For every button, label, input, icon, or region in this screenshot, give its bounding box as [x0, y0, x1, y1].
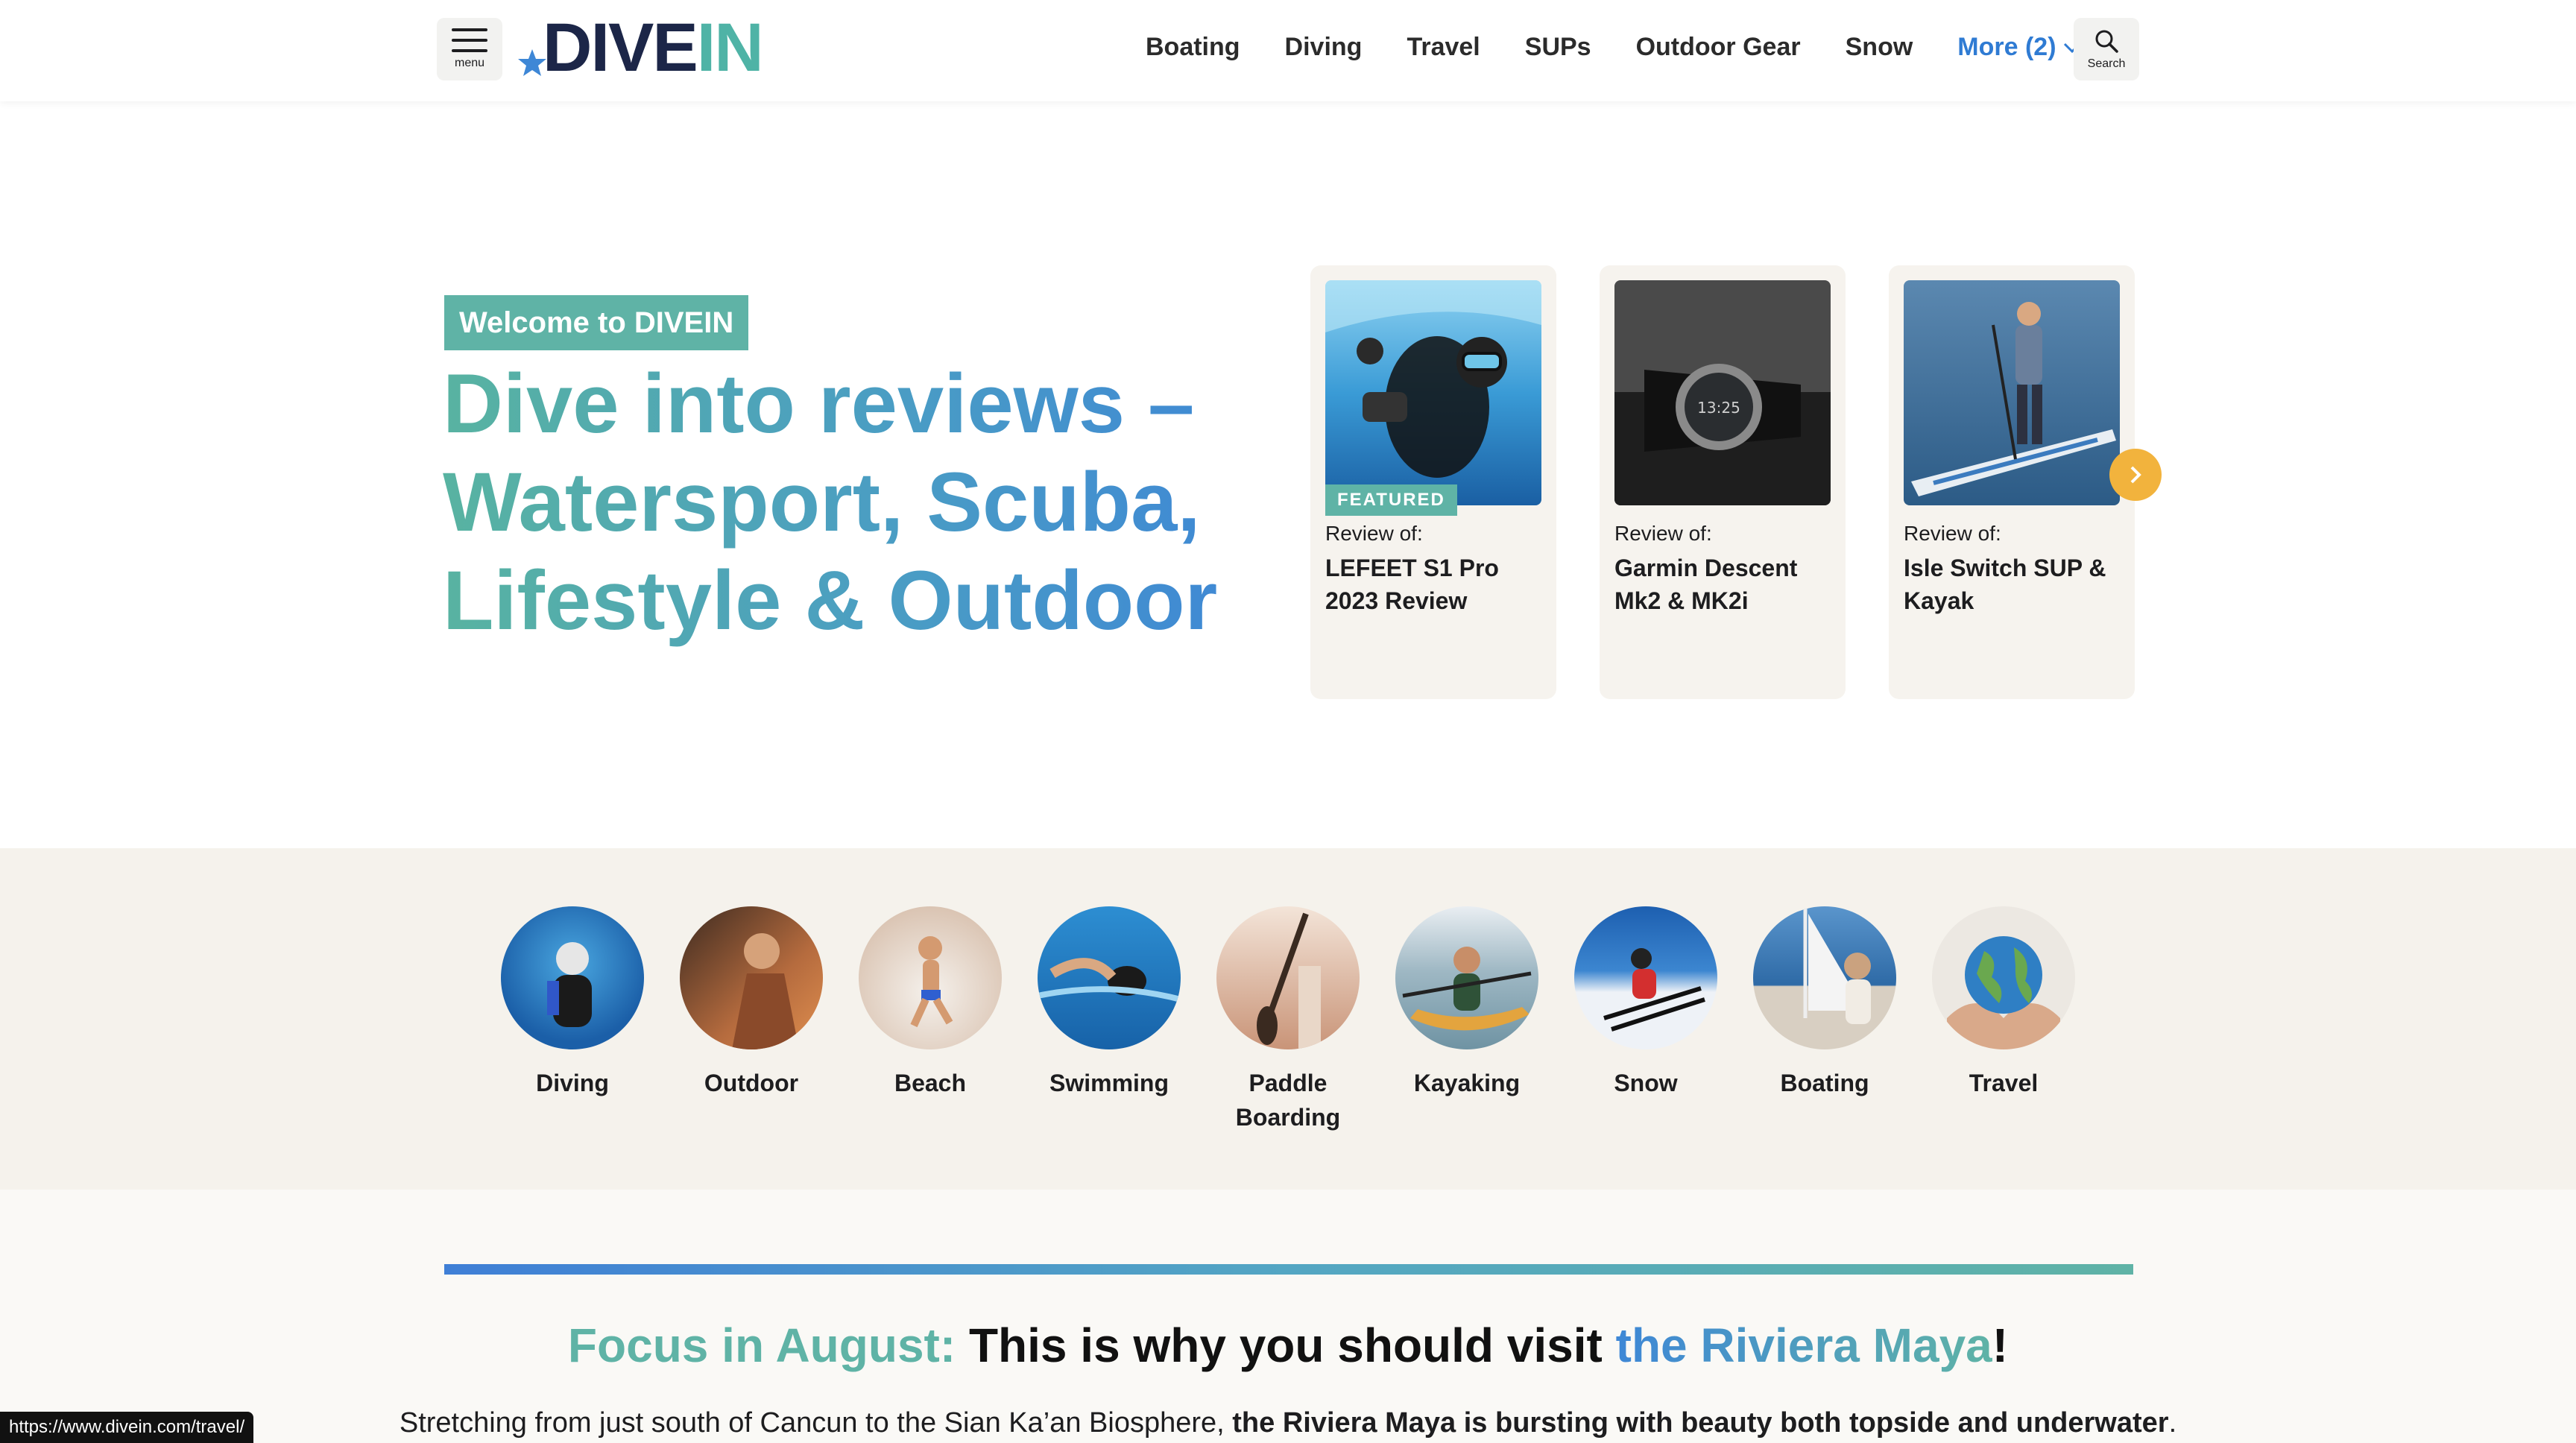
- nav-item-travel[interactable]: Travel: [1407, 33, 1480, 62]
- site-header: menu DIVE IN Boating Diving Travel SUPs O…: [0, 0, 2576, 101]
- category-outdoor[interactable]: Outdoor: [662, 906, 841, 1100]
- category-travel[interactable]: Travel: [1914, 906, 2093, 1100]
- review-card-lefeet[interactable]: FEATURED Review of: LEFEET S1 Pro 2023 R…: [1310, 265, 1556, 699]
- category-label: Boating: [1780, 1070, 1869, 1096]
- logo-word-in: IN: [696, 10, 764, 86]
- category-image: [680, 906, 823, 1049]
- welcome-badge: Welcome to DIVEIN: [444, 295, 749, 350]
- category-label: Swimming: [1049, 1070, 1169, 1096]
- menu-label: menu: [454, 57, 485, 69]
- category-image: [1216, 906, 1360, 1049]
- focus-paragraph: Stretching from just south of Cancun to …: [0, 1404, 2576, 1442]
- card-title: Garmin Descent Mk2 & MK2i: [1614, 555, 1798, 614]
- featured-badge: FEATURED: [1325, 484, 1457, 516]
- menu-button[interactable]: menu: [437, 18, 502, 80]
- card-review-of: Review of:: [1904, 522, 2001, 545]
- focus-text: This is why you should visit: [956, 1319, 1616, 1372]
- category-snow[interactable]: Snow: [1556, 906, 1735, 1100]
- category-paddle-boarding[interactable]: Paddle Boarding: [1199, 906, 1377, 1134]
- nav-item-boating[interactable]: Boating: [1146, 33, 1240, 62]
- category-label: Snow: [1614, 1070, 1678, 1096]
- card-review-of: Review of:: [1614, 522, 1712, 545]
- category-label: Diving: [536, 1070, 609, 1096]
- hero-title-line-1: Dive into reviews –: [443, 355, 1263, 453]
- card-image-dive-watch: 13:25: [1614, 280, 1831, 505]
- category-label: Kayaking: [1413, 1070, 1521, 1096]
- chevron-right-icon: [2130, 466, 2141, 484]
- category-image: [859, 906, 1002, 1049]
- nav-item-outdoor-gear[interactable]: Outdoor Gear: [1636, 33, 1801, 62]
- card-title: Isle Switch SUP & Kayak: [1904, 555, 2106, 614]
- review-card-garmin[interactable]: 13:25 Review of: Garmin Descent Mk2 & MK…: [1600, 265, 1846, 699]
- carousel-next-button[interactable]: [2109, 449, 2162, 501]
- category-band: Diving Outdoor Beach Swimming Paddle Boa…: [0, 848, 2576, 1190]
- category-image: [1038, 906, 1181, 1049]
- card-image-paddleboard: [1904, 280, 2120, 505]
- category-image: [1932, 906, 2075, 1049]
- nav-item-snow[interactable]: Snow: [1846, 33, 1913, 62]
- search-label: Search: [2087, 57, 2126, 70]
- paragraph-bold: the Riviera Maya is bursting with beauty…: [1232, 1407, 2169, 1439]
- card-review-of: Review of:: [1325, 522, 1423, 545]
- paragraph-text: Stretching from just south of Cancun to …: [399, 1407, 1233, 1439]
- hero-title-line-2: Watersport, Scuba,: [443, 453, 1263, 552]
- category-swimming[interactable]: Swimming: [1020, 906, 1199, 1100]
- nav-item-sups[interactable]: SUPs: [1525, 33, 1591, 62]
- main-nav: Boating Diving Travel SUPs Outdoor Gear …: [1146, 33, 2082, 62]
- hero-title-line-3: Lifestyle & Outdoor: [443, 552, 1263, 650]
- category-label: Travel: [1969, 1070, 2039, 1096]
- site-logo[interactable]: DIVE IN: [517, 10, 764, 86]
- category-image: [501, 906, 644, 1049]
- section-divider: [444, 1264, 2133, 1275]
- status-bar-url: https://www.divein.com/travel/: [0, 1412, 254, 1443]
- search-button[interactable]: Search: [2074, 18, 2139, 80]
- category-image: [1574, 906, 1717, 1049]
- nav-more-dropdown[interactable]: More (2): [1957, 33, 2081, 62]
- card-image-diver: [1325, 280, 1541, 505]
- category-label: Paddle Boarding: [1235, 1070, 1341, 1131]
- category-image: [1753, 906, 1896, 1049]
- category-image: [1395, 906, 1538, 1049]
- category-diving[interactable]: Diving: [483, 906, 662, 1100]
- category-beach[interactable]: Beach: [841, 906, 1020, 1100]
- nav-more-label: More (2): [1957, 33, 2056, 61]
- svg-text:13:25: 13:25: [1697, 399, 1740, 417]
- category-label: Beach: [894, 1070, 967, 1096]
- logo-word-dive: DIVE: [543, 10, 698, 86]
- search-icon: [2095, 30, 2118, 53]
- card-title: LEFEET S1 Pro 2023 Review: [1325, 555, 1499, 614]
- review-card-isle[interactable]: Review of: Isle Switch SUP & Kayak: [1889, 265, 2135, 699]
- focus-label: Focus in August:: [567, 1319, 956, 1372]
- category-boating[interactable]: Boating: [1735, 906, 1914, 1100]
- focus-exclaim: !: [1992, 1319, 2009, 1372]
- hero-title: Dive into reviews – Watersport, Scuba, L…: [443, 355, 1263, 650]
- nav-item-diving[interactable]: Diving: [1285, 33, 1363, 62]
- hamburger-icon: [452, 28, 487, 52]
- focus-link-riviera-maya[interactable]: the Riviera Maya: [1616, 1319, 1992, 1372]
- category-kayaking[interactable]: Kayaking: [1377, 906, 1556, 1100]
- paragraph-end: .: [2168, 1407, 2177, 1439]
- category-label: Outdoor: [704, 1070, 799, 1096]
- focus-heading: Focus in August: This is why you should …: [0, 1313, 2576, 1377]
